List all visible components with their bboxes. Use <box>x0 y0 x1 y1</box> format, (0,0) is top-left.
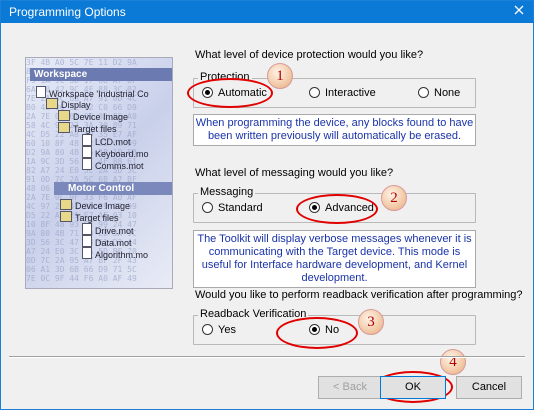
messaging-question: What level of messaging would you like? <box>195 167 394 179</box>
radio-icon <box>202 202 213 213</box>
annotation-marker-2: 2 <box>381 185 407 211</box>
folder-icon <box>58 122 70 133</box>
workspace-header: Workspace <box>30 68 172 81</box>
folder-icon <box>46 98 58 109</box>
programming-options-dialog: Programming Options 3F 4B A0 5C 7E 11 D2… <box>0 0 534 410</box>
file-icon <box>82 146 92 158</box>
motor-control-header: Motor Control <box>54 182 172 195</box>
radio-label: Interactive <box>325 87 376 99</box>
tree-item: Device Image <box>73 112 129 122</box>
messaging-info-box: The Toolkit will display verbose message… <box>193 230 476 288</box>
protection-none-radio[interactable]: None <box>418 87 460 99</box>
separator-line <box>9 356 525 358</box>
folder-icon <box>60 211 72 222</box>
file-icon <box>82 223 92 235</box>
file-icon <box>82 134 92 146</box>
annotation-marker-4: 4 <box>440 349 466 375</box>
annotation-circle-2 <box>296 194 378 224</box>
tree-item: Target files <box>73 124 117 134</box>
tree-item: Device Image <box>75 201 131 211</box>
back-button[interactable]: < Back <box>318 376 382 399</box>
close-icon <box>511 5 527 15</box>
radio-icon <box>202 324 213 335</box>
workspace-icon <box>36 86 46 98</box>
close-button[interactable] <box>511 3 527 19</box>
annotation-circle-1 <box>187 78 273 108</box>
workspace-illustration: 3F 4B A0 5C 7E 11 D2 9A 80 AF 2C 7B 0F 3… <box>25 57 173 289</box>
messaging-group-label: Messaging <box>198 186 256 198</box>
protection-info-box: When programming the device, any blocks … <box>193 114 476 146</box>
readback-group-label: Readback Verification <box>198 308 309 320</box>
window-title: Programming Options <box>9 5 126 19</box>
readback-yes-radio[interactable]: Yes <box>202 324 236 336</box>
protection-question: What level of device protection would yo… <box>195 49 424 61</box>
folder-icon <box>60 199 72 210</box>
tree-item: Display <box>61 100 91 110</box>
radio-icon <box>309 87 320 98</box>
cancel-button[interactable]: Cancel <box>456 376 522 399</box>
tree-item: Comms.mot <box>95 161 144 171</box>
radio-label: None <box>434 87 461 99</box>
file-icon <box>82 235 92 247</box>
radio-label: Yes <box>218 324 236 336</box>
readback-question: Would you like to perform readback verif… <box>195 289 523 301</box>
radio-icon <box>418 87 429 98</box>
messaging-standard-radio[interactable]: Standard <box>202 202 263 214</box>
ok-button[interactable]: OK <box>380 376 446 399</box>
file-icon <box>82 247 92 259</box>
tree-item: Target files <box>75 213 119 223</box>
protection-interactive-radio[interactable]: Interactive <box>309 87 376 99</box>
title-bar: Programming Options <box>1 1 533 23</box>
annotation-marker-3: 3 <box>358 309 384 335</box>
annotation-marker-1: 1 <box>267 63 293 89</box>
tree-item: Algorithm.mo <box>95 250 149 260</box>
annotation-circle-3 <box>276 317 358 349</box>
folder-icon <box>58 110 70 121</box>
radio-label: Standard <box>218 202 263 214</box>
file-icon <box>82 158 92 170</box>
